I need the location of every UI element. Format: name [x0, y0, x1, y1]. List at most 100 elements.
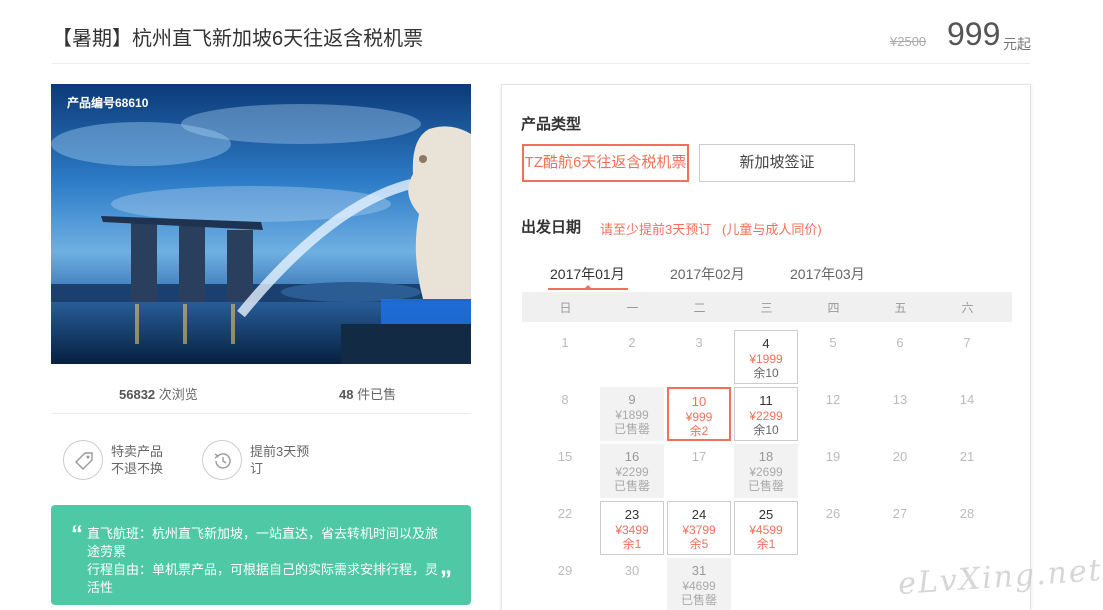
product-photo: 产品编号68610: [51, 84, 471, 364]
weekday-label: 二: [693, 301, 706, 315]
day-number: 14: [959, 392, 975, 407]
calendar-day: 1: [533, 330, 597, 384]
day-number: 19: [825, 449, 841, 464]
calendar-day[interactable]: 25 ¥4599 余1: [734, 501, 798, 555]
booking-tip: 请至少提前3天预订: [600, 222, 712, 237]
day-number: 17: [691, 449, 707, 464]
weekday-label: 日: [559, 301, 572, 315]
page-title: 【暑期】杭州直飞新加坡6天往返含税机票: [52, 28, 424, 50]
day-number: 4: [762, 336, 770, 351]
day-number: 6: [896, 335, 904, 350]
day-price: ¥2299: [749, 409, 783, 423]
child-price-note: (儿童与成人同价): [722, 222, 822, 237]
calendar-day: 3: [667, 330, 731, 384]
day-price: ¥1999: [749, 352, 783, 366]
product-option-visa[interactable]: 新加坡签证: [699, 144, 855, 182]
day-stock: 已售罄: [613, 422, 650, 436]
day-number: 18: [758, 449, 774, 464]
price-suffix: 元起: [1003, 36, 1031, 52]
calendar-day: 17: [667, 444, 731, 498]
views-stat: 56832 次浏览: [119, 384, 198, 403]
day-price: ¥999: [685, 410, 713, 424]
open-quote-icon: “: [71, 521, 83, 548]
calendar-day: 12: [801, 387, 865, 441]
tab-month-jan[interactable]: 2017年01月: [550, 264, 625, 284]
day-number: 7: [963, 335, 971, 350]
calendar-day: 18 ¥2699 已售罄: [734, 444, 798, 498]
product-stats: 56832 次浏览 48 件已售: [51, 374, 471, 414]
day-number: 8: [561, 392, 569, 407]
day-price: ¥3799: [682, 523, 716, 537]
views-count: 56832: [119, 387, 156, 402]
day-number: 5: [829, 335, 837, 350]
departure-date-label: 出发日期: [521, 219, 582, 236]
day-number: 10: [691, 394, 707, 409]
calendar-day: 13: [868, 387, 932, 441]
day-stock: 余1: [756, 537, 776, 551]
calendar-day: 31 ¥4699 已售罄: [667, 558, 731, 610]
day-stock: 已售罄: [613, 479, 650, 493]
calendar-day: 9 ¥1899 已售罄: [600, 387, 664, 441]
feature-text: 提前3天预订: [250, 444, 310, 476]
day-number: 31: [691, 563, 707, 578]
close-quote-icon: ”: [440, 566, 452, 593]
day-number: 28: [959, 506, 975, 521]
singapore-skyline-image: [51, 84, 471, 364]
product-type-label: 产品类型: [521, 116, 582, 133]
tab-month-mar[interactable]: 2017年03月: [790, 264, 865, 284]
day-number: 20: [892, 449, 908, 464]
day-number: 13: [892, 392, 908, 407]
calendar-day[interactable]: 24 ¥3799 余5: [667, 501, 731, 555]
day-number: 3: [695, 335, 703, 350]
highlights-box: “ 直飞航班：杭州直飞新加坡，一站直达，省去转机时间以及旅途劳累 行程自由：单机…: [51, 505, 471, 605]
calendar-day: 22: [533, 501, 597, 555]
day-stock: 已售罄: [680, 593, 717, 607]
day-number: 26: [825, 506, 841, 521]
day-price: ¥4599: [749, 523, 783, 537]
product-page: 【暑期】杭州直飞新加坡6天往返含税机票 ¥2500 999 元起 产品编号686…: [0, 0, 1103, 610]
day-stock: 余5: [689, 537, 709, 551]
day-number: 1: [561, 335, 569, 350]
views-label: 次浏览: [158, 387, 198, 402]
current-price: 999: [947, 16, 1001, 52]
sold-stat: 48 件已售: [339, 384, 396, 403]
calendar-day[interactable]: 4 ¥1999 余10: [734, 330, 798, 384]
calendar-day: 5: [801, 330, 865, 384]
highlight-line: 直飞航班：杭州直飞新加坡，一站直达，省去转机时间以及旅途劳累: [87, 526, 439, 559]
day-number: 12: [825, 392, 841, 407]
calendar-day[interactable]: 10 ¥999 余2: [667, 387, 731, 441]
day-stock: 余1: [622, 537, 642, 551]
weekday-label: 五: [894, 301, 907, 315]
calendar-day: 8: [533, 387, 597, 441]
calendar-day: 27: [868, 501, 932, 555]
day-stock: 余2: [689, 424, 709, 438]
tag-icon: [63, 440, 103, 480]
day-stock: 已售罄: [747, 479, 784, 493]
weekday-label: 四: [827, 301, 840, 315]
product-option-flight[interactable]: TZ酷航6天往返含税机票: [522, 144, 689, 182]
product-code: 产品编号68610: [67, 96, 149, 110]
tab-month-feb[interactable]: 2017年02月: [670, 264, 745, 284]
day-number: 25: [758, 507, 774, 522]
calendar-day: 26: [801, 501, 865, 555]
clock-history-icon: [202, 440, 242, 480]
header-divider: [52, 63, 1030, 64]
calendar-day: 19: [801, 444, 865, 498]
day-number: 29: [557, 563, 573, 578]
calendar-day: 20: [868, 444, 932, 498]
day-number: 22: [557, 506, 573, 521]
calendar-day[interactable]: 11 ¥2299 余10: [734, 387, 798, 441]
day-number: 11: [759, 393, 773, 408]
calendar-day: 21: [935, 444, 999, 498]
calendar-day: 15: [533, 444, 597, 498]
day-price: ¥1899: [615, 408, 649, 422]
day-number: 2: [628, 335, 636, 350]
day-stock: 余10: [753, 423, 779, 437]
calendar-day[interactable]: 23 ¥3499 余1: [600, 501, 664, 555]
day-price: ¥2299: [615, 465, 649, 479]
booking-panel: 产品类型 TZ酷航6天往返含税机票 新加坡签证 出发日期 请至少提前3天预订 (…: [501, 84, 1031, 610]
calendar-day: 28: [935, 501, 999, 555]
feature-text: 特卖产品不退不换: [111, 444, 164, 476]
active-month-caret-icon: [584, 285, 592, 289]
calendar-day: 7: [935, 330, 999, 384]
